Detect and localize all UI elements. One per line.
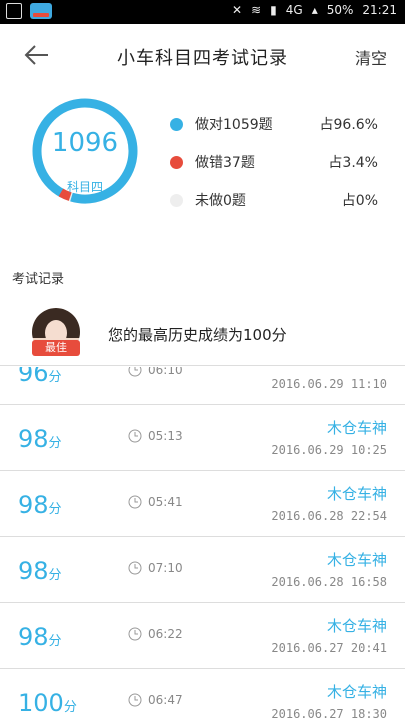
list-item[interactable]: 100分 06:47 木仓车神 2016.06.27 18:30 [0,669,405,720]
legend-wrong-pct: 占3.4% [328,155,378,171]
record-score: 98分 [18,557,62,585]
record-duration: 05:41 [148,495,183,509]
record-brand: 木仓车神 [326,485,387,503]
best-badge: 最佳 [32,340,80,356]
record-score: 98分 [18,425,62,453]
legend-correct-pct: 占96.6% [319,117,378,133]
wrong-dot-icon [170,156,183,169]
clock-icon [128,693,142,707]
undone-dot-icon [170,194,183,207]
best-score-text: 您的最高历史成绩为100分 [108,326,287,344]
record-brand: 木仓车神 [326,419,387,437]
legend-wrong-text: 做错37题 [195,155,255,171]
clock: 21:21 [362,3,397,17]
record-date: 2016.06.27 18:30 [271,707,387,720]
summary-panel: 1096 科目四 做对1059题 占96.6% 做错37题 占3.4% 未做0题… [0,86,405,246]
record-duration: 06:47 [148,693,183,707]
list-item[interactable]: 96分 06:10 2016.06.29 11:10 [0,367,405,405]
record-duration: 07:10 [148,561,183,575]
record-date: 2016.06.28 22:54 [271,509,387,523]
record-duration: 06:22 [148,627,183,641]
mute-icon: ✕ [232,3,243,17]
record-brand: 木仓车神 [326,551,387,569]
page-title: 小车科目四考试记录 [117,48,288,69]
record-duration: 05:13 [148,429,183,443]
list-item[interactable]: 98分 06:22 木仓车神 2016.06.27 20:41 [0,603,405,669]
total-questions: 1096 [51,128,119,158]
subject-label: 科目四 [66,180,103,194]
sim-icon: ▮ [270,3,277,17]
clock-icon [128,429,142,443]
list-item[interactable]: 98分 07:10 木仓车神 2016.06.28 16:58 [0,537,405,603]
record-score: 98分 [18,491,62,519]
list-item[interactable]: 98分 05:41 木仓车神 2016.06.28 22:54 [0,471,405,537]
wifi-icon: ≋ [251,3,262,17]
record-score: 98分 [18,623,62,651]
status-bar: ✕ ≋ ▮ 4G ▴ 50% 21:21 [0,0,405,24]
record-date: 2016.06.28 16:58 [271,575,387,589]
network-type: 4G [285,3,303,17]
record-brand: 木仓车神 [326,683,387,701]
header: 小车科目四考试记录 清空 [0,24,405,86]
record-duration: 06:10 [148,367,183,377]
clock-icon [128,561,142,575]
app-notification-icon [30,3,52,19]
clock-icon [128,495,142,509]
records-list[interactable]: 96分 06:10 2016.06.29 11:10 98分 05:13 木仓车… [0,367,405,720]
legend-undone-text: 未做0题 [195,193,246,209]
legend-correct-text: 做对1059题 [195,117,273,133]
list-item[interactable]: 98分 05:13 木仓车神 2016.06.29 10:25 [0,405,405,471]
best-score-row: 最佳 您的最高历史成绩为100分 [0,300,405,366]
clock-icon [128,367,142,377]
legend-correct: 做对1059题 占96.6% [170,114,390,136]
record-brand: 木仓车神 [326,617,387,635]
record-score: 96分 [18,367,62,387]
records-section-title: 考试记录 [12,272,65,287]
record-date: 2016.06.27 20:41 [271,641,387,655]
clock-icon [128,627,142,641]
clear-button[interactable]: 清空 [355,45,387,69]
checkbox-notification-icon [6,3,22,19]
legend-wrong: 做错37题 占3.4% [170,152,390,174]
correct-dot-icon [170,118,183,131]
signal-icon: ▴ [311,3,318,17]
battery-level: 50% [326,3,354,17]
record-date: 2016.06.29 10:25 [271,443,387,457]
legend-undone: 未做0题 占0% [170,190,390,212]
record-score: 100分 [18,689,77,717]
legend-undone-pct: 占0% [341,193,378,209]
record-date: 2016.06.29 11:10 [271,377,387,391]
